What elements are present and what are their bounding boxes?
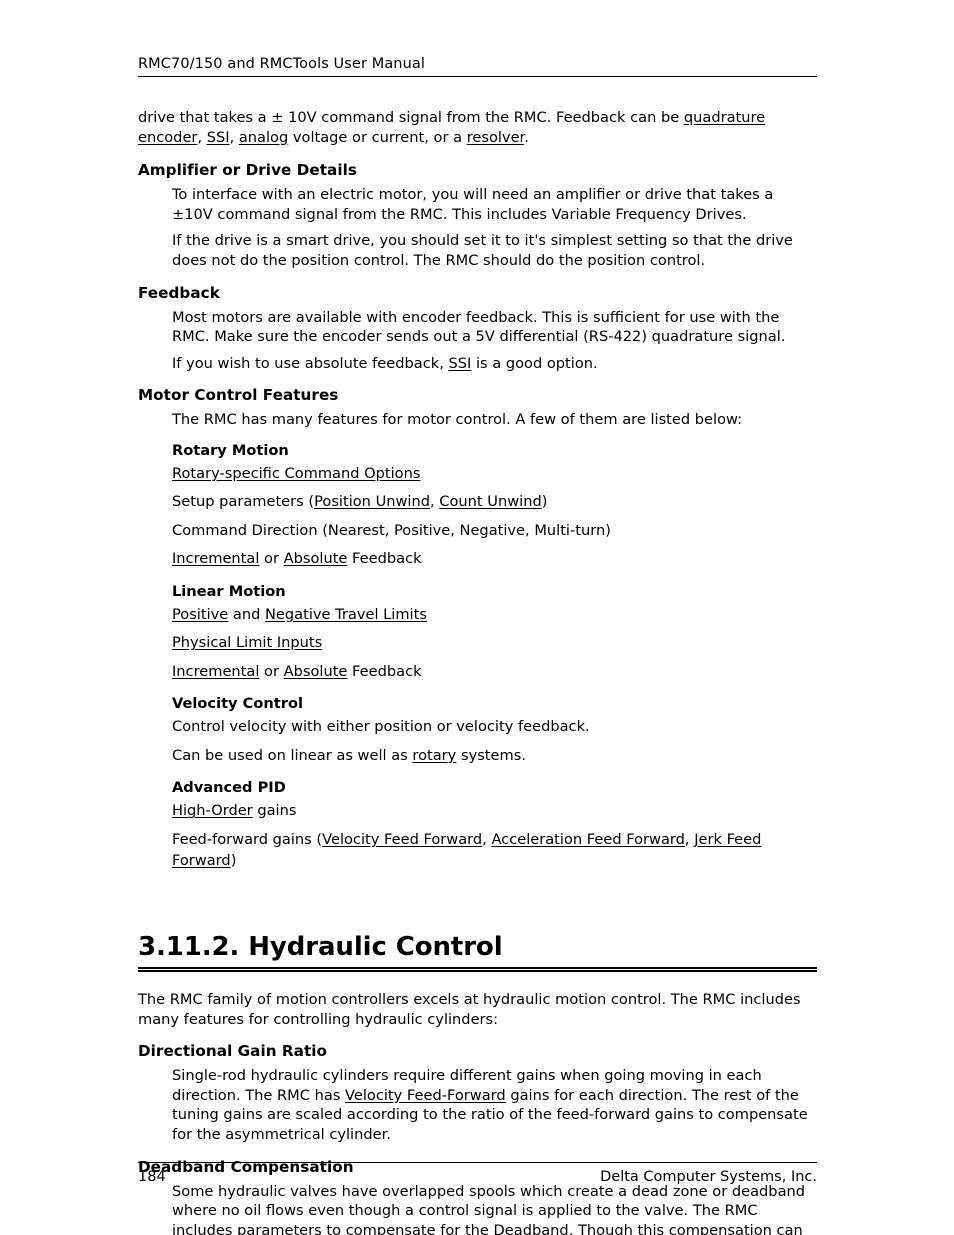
link-absolute-linear[interactable]: Absolute: [284, 663, 348, 680]
motor-control-intro: The RMC has many features for motor cont…: [172, 411, 743, 429]
gain-ratio-paragraph: Single-rod hydraulic cylinders require d…: [172, 1066, 817, 1144]
link-incremental-linear[interactable]: Incremental: [172, 663, 259, 680]
pid-line-2: Feed-forward gains (Velocity Feed Forwar…: [172, 829, 817, 872]
rotary-text-2: ,: [430, 493, 440, 511]
linear-line-3: Incremental or Absolute Feedback: [172, 661, 817, 683]
linear-line-1: Positive and Negative Travel Limits: [172, 604, 817, 626]
velocity-line-2: Can be used on linear as well as rotary …: [172, 745, 817, 767]
velocity-text-2: systems.: [456, 746, 526, 764]
link-high-order[interactable]: High-Order: [172, 802, 253, 819]
rotary-text-4: or: [259, 550, 284, 568]
section-heading-block: 3.11.2. Hydraulic Control: [138, 932, 817, 972]
intro-text-4: voltage or current, or a: [288, 128, 467, 146]
rotary-line-2: Setup parameters (Position Unwind, Count…: [172, 491, 817, 513]
section-heading-rule: [138, 966, 817, 972]
hydraulic-intro-block: The RMC family of motion controllers exc…: [138, 990, 817, 1029]
pid-line-1: High-Order gains: [172, 800, 817, 822]
link-positive-travel-limit[interactable]: Positive: [172, 606, 228, 623]
feedback-text-2: is a good option.: [471, 354, 598, 372]
feedback-body: Most motors are available with encoder f…: [172, 308, 817, 374]
rotary-line-4: Incremental or Absolute Feedback: [172, 548, 817, 570]
footer-row: 184 Delta Computer Systems, Inc.: [138, 1168, 817, 1187]
deadband-paragraph: Some hydraulic valves have overlapped sp…: [172, 1182, 817, 1235]
intro-text-5: .: [524, 128, 529, 146]
rotary-line-3: Command Direction (Nearest, Positive, Ne…: [172, 521, 611, 539]
motor-control-body: The RMC has many features for motor cont…: [172, 410, 817, 872]
link-ssi-feedback[interactable]: SSI: [448, 355, 471, 372]
intro-paragraph: drive that takes a ± 10V command signal …: [138, 108, 817, 147]
linear-text-3: Feedback: [347, 662, 422, 680]
page-content: drive that takes a ± 10V command signal …: [138, 108, 817, 1235]
link-incremental-rotary[interactable]: Incremental: [172, 550, 259, 567]
velocity-line-1: Control velocity with either position or…: [172, 718, 590, 736]
amplifier-body: To interface with an electric motor, you…: [172, 185, 817, 270]
rotary-text-3: ): [541, 493, 548, 511]
link-analog[interactable]: analog: [239, 129, 288, 146]
heading-linear-motion: Linear Motion: [172, 582, 286, 600]
heading-amplifier-or-drive-details: Amplifier or Drive Details: [138, 161, 357, 180]
header-title: RMC70/150 and RMCTools User Manual: [138, 56, 426, 72]
amplifier-paragraph-2: If the drive is a smart drive, you shoul…: [172, 232, 793, 269]
heading-motor-control-features: Motor Control Features: [138, 386, 339, 405]
link-physical-limit-inputs[interactable]: Physical Limit Inputs: [172, 634, 322, 651]
heading-advanced-pid: Advanced PID: [172, 779, 286, 797]
link-ssi[interactable]: SSI: [207, 129, 230, 146]
link-rotary-specific-command-options[interactable]: Rotary-specific Command Options: [172, 465, 420, 482]
heading-directional-gain-ratio: Directional Gain Ratio: [138, 1042, 328, 1061]
directional-gain-ratio-body: Single-rod hydraulic cylinders require d…: [172, 1066, 817, 1144]
feedback-text-1: If you wish to use absolute feedback,: [172, 354, 449, 372]
page-header: RMC70/150 and RMCTools User Manual: [138, 55, 817, 77]
document-page: RMC70/150 and RMCTools User Manual drive…: [0, 0, 954, 1235]
link-resolver[interactable]: resolver: [467, 129, 525, 146]
feedback-paragraph-2: If you wish to use absolute feedback, SS…: [172, 354, 817, 374]
linear-text-2: or: [259, 662, 284, 680]
footer-company: Delta Computer Systems, Inc.: [600, 1169, 817, 1185]
linear-line-2: Physical Limit Inputs: [172, 632, 817, 654]
heading-feedback: Feedback: [138, 283, 220, 302]
link-position-unwind[interactable]: Position Unwind: [314, 493, 430, 510]
page-footer: 184 Delta Computer Systems, Inc.: [138, 1162, 817, 1187]
rotary-line-1: Rotary-specific Command Options: [172, 463, 817, 485]
header-rule: [138, 76, 817, 77]
hydraulic-intro: The RMC family of motion controllers exc…: [138, 990, 801, 1028]
velocity-text-1: Can be used on linear as well as: [172, 746, 413, 764]
linear-text-1: and: [228, 605, 265, 623]
link-acceleration-feed-forward[interactable]: Acceleration Feed Forward: [491, 831, 684, 848]
link-absolute-rotary[interactable]: Absolute: [284, 550, 348, 567]
link-count-unwind[interactable]: Count Unwind: [439, 493, 541, 510]
link-velocity-feed-forward-hydraulic[interactable]: Velocity Feed-Forward: [345, 1087, 506, 1104]
rotary-text-5: Feedback: [347, 550, 422, 568]
link-velocity-feed-forward[interactable]: Velocity Feed Forward: [322, 831, 482, 848]
link-negative-travel-limits[interactable]: Negative Travel Limits: [265, 606, 427, 623]
page-number: 184: [138, 1169, 166, 1185]
pid-text-2: Feed-forward gains (: [172, 830, 323, 848]
intro-text-1: drive that takes a ± 10V command signal …: [138, 109, 684, 126]
deadband-compensation-body: Some hydraulic valves have overlapped sp…: [172, 1182, 817, 1235]
pid-text-1: gains: [252, 802, 297, 820]
rotary-text-1: Setup parameters (: [172, 493, 315, 511]
link-deadband[interactable]: Deadband: [494, 1222, 569, 1235]
link-rotary[interactable]: rotary: [412, 747, 456, 764]
feedback-paragraph-1: Most motors are available with encoder f…: [172, 308, 786, 346]
footer-rule: [138, 1162, 817, 1163]
intro-text-2: ,: [197, 128, 203, 146]
pid-text-4: ,: [684, 830, 695, 848]
heading-hydraulic-control: 3.11.2. Hydraulic Control: [138, 931, 503, 962]
amplifier-paragraph-1: To interface with an electric motor, you…: [172, 186, 774, 223]
heading-rotary-motion: Rotary Motion: [172, 441, 289, 459]
intro-text-3: ,: [229, 128, 239, 146]
pid-text-5: ): [230, 852, 237, 870]
heading-velocity-control: Velocity Control: [172, 695, 303, 713]
